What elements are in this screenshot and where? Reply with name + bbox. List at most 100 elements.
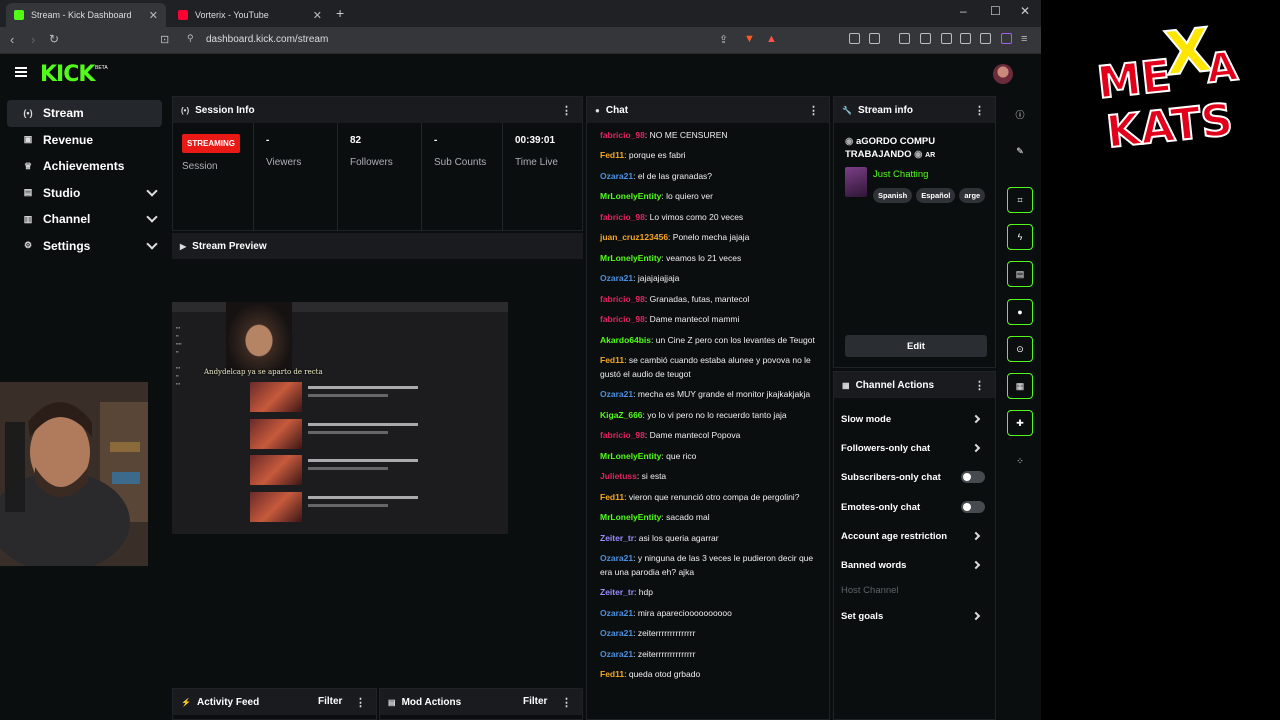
filter-button[interactable]: Filter xyxy=(523,696,547,707)
subscribers-only-toggle[interactable] xyxy=(961,471,985,483)
chat-username[interactable]: MrLonelyEntity xyxy=(600,512,661,522)
new-tab-icon[interactable]: + xyxy=(336,5,344,21)
more-options-icon[interactable]: ⋮ xyxy=(808,104,819,117)
close-window-icon[interactable]: ✕ xyxy=(1020,4,1030,18)
sidebar-icon[interactable] xyxy=(920,33,931,44)
minimize-icon[interactable]: – xyxy=(960,4,967,18)
chat-bubble-icon[interactable]: ● xyxy=(1007,299,1033,325)
followers-only-row[interactable]: Followers-only chat xyxy=(841,437,985,459)
chat-username[interactable]: fabricio_98 xyxy=(600,212,645,222)
chat-username[interactable]: fabricio_98 xyxy=(600,314,645,324)
extension-icon[interactable] xyxy=(849,33,860,44)
chat-username[interactable]: Fed11 xyxy=(600,492,624,502)
chat-username[interactable]: juan_cruz123456 xyxy=(600,232,668,242)
chat-username[interactable]: Ozara21 xyxy=(600,608,633,618)
chat-username[interactable]: Zeiter_tr xyxy=(600,533,634,543)
sidebar-item-achievements[interactable]: ♕ Achievements xyxy=(7,153,162,180)
chat-username[interactable]: fabricio_98 xyxy=(600,294,645,304)
chat-username[interactable]: fabricio_98 xyxy=(600,430,645,440)
chat-username[interactable]: Fed11 xyxy=(600,669,624,679)
chat-username[interactable]: Ozara21 xyxy=(600,553,633,563)
sidebar-item-channel[interactable]: ▥ Channel xyxy=(7,206,162,233)
share-icon[interactable]: ⇪ xyxy=(719,33,728,46)
music-icon[interactable] xyxy=(899,33,910,44)
vpn-icon[interactable] xyxy=(980,33,991,44)
bolt-icon[interactable]: ϟ xyxy=(1007,224,1033,250)
banned-words-row[interactable]: Banned words xyxy=(841,554,985,576)
extension-icon[interactable] xyxy=(869,33,880,44)
chat-username[interactable]: Ozara21 xyxy=(600,649,633,659)
sidebar-item-settings[interactable]: ⚙ Settings xyxy=(7,233,162,260)
set-goals-row[interactable]: Set goals xyxy=(841,605,985,627)
brave-shield-icon[interactable]: ▼ xyxy=(744,33,755,45)
chat-username[interactable]: Zeiter_tr xyxy=(600,587,634,597)
ai-icon[interactable] xyxy=(1001,33,1012,44)
wrench-icon[interactable]: ✚ xyxy=(1007,410,1033,436)
tab-youtube[interactable]: Vorterix - YouTube ✕ xyxy=(170,3,330,27)
reload-icon[interactable]: ↻ xyxy=(49,32,59,46)
back-icon[interactable]: ‹ xyxy=(10,32,14,47)
chat-username[interactable]: Ozara21 xyxy=(600,171,633,181)
avatar[interactable] xyxy=(993,64,1013,84)
chat-message-list[interactable]: fabricio_98: NO ME CENSUREN Fed11: porque… xyxy=(587,125,829,685)
filter-button[interactable]: Filter xyxy=(318,696,342,707)
chat-username[interactable]: Ozara21 xyxy=(600,273,633,283)
rewards-icon[interactable]: ▲ xyxy=(766,33,777,45)
tag[interactable]: Spanish xyxy=(873,188,913,203)
close-tab-icon[interactable]: ✕ xyxy=(313,9,322,22)
url-field[interactable]: dashboard.kick.com/stream xyxy=(206,34,328,45)
pencil-icon[interactable]: ✎ xyxy=(1007,138,1033,164)
tag-list: Spanish Español arge xyxy=(873,185,993,203)
chat-username[interactable]: MrLonelyEntity xyxy=(600,451,661,461)
chat-text: yo lo vi pero no lo recuerdo tanto jaja xyxy=(647,409,787,420)
nodes-icon[interactable]: ⁘ xyxy=(1007,448,1033,474)
chat-username[interactable]: KigaZ_666 xyxy=(600,410,643,420)
chat-username[interactable]: MrLonelyEntity xyxy=(600,191,661,201)
more-options-icon[interactable]: ⋮ xyxy=(974,379,985,392)
sidebar-item-revenue[interactable]: ▣ Revenue xyxy=(7,127,162,154)
top-nav: KICK BETA xyxy=(0,54,1041,94)
tab-kick-dashboard[interactable]: Stream - Kick Dashboard ✕ xyxy=(6,3,166,27)
scan-icon[interactable]: ⌗ xyxy=(1007,187,1033,213)
chat-username[interactable]: Akardo64bis xyxy=(600,335,651,345)
slow-mode-row[interactable]: Slow mode xyxy=(841,408,985,430)
maximize-icon[interactable]: ☐ xyxy=(990,4,1001,18)
site-settings-icon[interactable]: ⚲ xyxy=(187,33,194,44)
more-options-icon[interactable]: ⋮ xyxy=(974,104,985,117)
chat-username[interactable]: Julietuss xyxy=(600,471,637,481)
chat-username[interactable]: Fed11 xyxy=(600,150,624,160)
category-link[interactable]: Just Chatting xyxy=(873,169,928,180)
bookmark-icon[interactable]: ⊡ xyxy=(160,33,169,46)
chat-username[interactable]: Fed11 xyxy=(600,355,624,365)
sidebar-item-studio[interactable]: ▤ Studio xyxy=(7,180,162,207)
chevron-down-icon xyxy=(146,184,158,197)
tag[interactable]: Español xyxy=(916,188,956,203)
menu-icon[interactable]: ≡ xyxy=(1021,33,1027,45)
star-icon[interactable] xyxy=(960,33,971,44)
sidebar-item-stream[interactable]: (•) Stream xyxy=(7,100,162,127)
category-thumbnail[interactable] xyxy=(845,167,867,197)
more-options-icon[interactable]: ⋮ xyxy=(355,696,366,709)
chat-username[interactable]: fabricio_98 xyxy=(600,130,645,140)
layout-icon[interactable]: ▦ xyxy=(1007,373,1033,399)
more-options-icon[interactable]: ⋮ xyxy=(561,104,572,117)
edit-button[interactable]: Edit xyxy=(845,335,987,357)
account-age-row[interactable]: Account age restriction xyxy=(841,525,985,547)
info-icon[interactable]: ⓘ xyxy=(1007,101,1033,127)
wallet-icon[interactable] xyxy=(941,33,952,44)
doc-icon[interactable]: ▤ xyxy=(1007,261,1033,287)
action-label: Host Channel xyxy=(841,584,899,596)
emotes-only-toggle[interactable] xyxy=(961,501,985,513)
chat-username[interactable]: Ozara21 xyxy=(600,628,633,638)
tag[interactable]: arge xyxy=(959,188,986,203)
stream-preview-video[interactable]: ▪▪▪ ▪▪ ▪▪▪▪ ▪▪ ▪▪▪ ▪▪ ▪▪▪ Andydelcap ya se apa… xyxy=(172,302,508,534)
more-options-icon[interactable]: ⋮ xyxy=(561,696,572,709)
hamburger-menu-icon[interactable] xyxy=(15,67,27,77)
chat-username[interactable]: MrLonelyEntity xyxy=(600,253,661,263)
chevron-down-icon xyxy=(146,211,158,223)
close-tab-icon[interactable]: ✕ xyxy=(149,9,158,22)
forward-icon[interactable]: › xyxy=(31,32,35,47)
kick-logo[interactable]: KICK xyxy=(40,62,95,87)
chat-username[interactable]: Ozara21 xyxy=(600,389,633,399)
broadcast-icon[interactable]: ⊙ xyxy=(1007,336,1033,362)
